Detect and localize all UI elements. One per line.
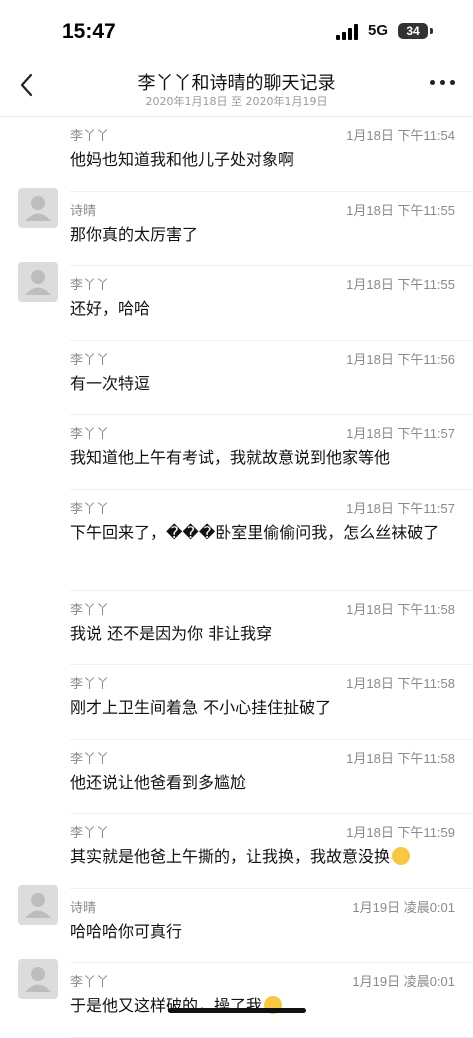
message-time: 1月18日 下午11:54: [346, 128, 455, 143]
signal-icon: [336, 24, 360, 40]
message-text: 那你真的太厉害了: [70, 223, 458, 247]
message-time: 1月18日 下午11:57: [346, 426, 455, 441]
date-range: 2020年1月18日 至 2020年1月19日: [145, 95, 328, 108]
message-text-content: 刚才上卫生间着急 不小心挂住扯破了: [70, 698, 332, 717]
battery-icon: 34: [398, 23, 428, 39]
message-item[interactable]: 李丫丫 1月19日 凌晨0:01 于是他又这样破的，操了我: [0, 959, 473, 1038]
message-sender: 李丫丫: [70, 352, 110, 368]
message-text-content: 下午回来了，���卧室里偷偷问我，怎么丝袜破了: [70, 522, 440, 542]
message-text-content: 他还说让他爸看到多尴尬: [70, 772, 247, 792]
message-time: 1月19日 凌晨0:01: [352, 899, 455, 915]
message-time: 1月18日 下午11:58: [346, 750, 455, 766]
message-list: 李丫丫 1月18日 下午11:54 他妈也知道我和他儿子处对象啊 诗晴 1月18日 下午…: [0, 117, 473, 1038]
avatar[interactable]: [18, 187, 58, 228]
network-type: 5G: [368, 22, 389, 39]
message-item[interactable]: 李丫丫 1月18日 下午11:57 我知道他上午有考试，我就故意说到他家等他: [0, 415, 473, 490]
message-text: 于是他又这样破的，操了我: [70, 994, 458, 1018]
message-text: 我知道他上午有考试，我就故意说到他家等他: [70, 446, 458, 470]
message-item[interactable]: 李丫丫 1月18日 下午11:58 他还说让他爸看到多尴尬: [0, 740, 473, 815]
message-text: 还好，哈哈: [70, 297, 458, 321]
message-sender: 李丫丫: [70, 278, 110, 293]
message-sender: 李丫丫: [70, 501, 110, 517]
status-bar: 15:47 5G 34: [0, 0, 473, 62]
avatar[interactable]: [18, 262, 58, 302]
message-sender: 李丫丫: [70, 129, 110, 144]
home-indicator: [168, 1008, 306, 1013]
message-text-content: 他妈也知道我和他儿子处对象啊: [70, 150, 295, 169]
message-text: 刚才上卫生间着急 不小心挂住扯破了: [70, 696, 458, 720]
nav-bar: 李丫丫和诗晴的聊天记录 2020年1月18日 至 2020年1月19日: [0, 62, 473, 117]
message-time: 1月18日 下午11:59: [346, 825, 455, 840]
message-item[interactable]: 李丫丫 1月18日 下午11:59 其实就是他爸上午撕的，让我换，我故意没换: [0, 814, 473, 889]
message-text: 其实就是他爸上午撕的，让我换，我故意没换: [70, 845, 458, 869]
message-text-content: 有一次特逗: [70, 373, 151, 393]
message-text: 他还说让他爸看到多尴尬: [70, 771, 458, 795]
message-text: 他妈也知道我和他儿子处对象啊: [70, 148, 458, 172]
message-item[interactable]: 诗晴 1月18日 下午11:55 那你真的太厉害了: [0, 187, 473, 267]
message-sender: 李丫丫: [70, 677, 110, 692]
battery-tip: [430, 28, 433, 34]
message-time: 1月18日 下午11:55: [346, 202, 455, 218]
message-sender: 李丫丫: [70, 826, 110, 841]
message-text-content: 还好，哈哈: [70, 299, 151, 318]
message-time: 1月18日 下午11:58: [346, 601, 455, 617]
message-text: 我说 还不是因为你 非让我穿: [70, 622, 458, 646]
message-text-content: 我知道他上午有考试，我就故意说到他家等他: [70, 448, 391, 467]
message-text-content: 那你真的太厉害了: [70, 224, 199, 244]
message-item[interactable]: 诗晴 1月19日 凌晨0:01 哈哈哈你可真行: [0, 884, 473, 964]
page-title: 李丫丫和诗晴的聊天记录: [137, 73, 336, 94]
message-sender: 李丫丫: [70, 975, 110, 990]
status-time: 15:47: [62, 20, 116, 43]
message-sender: 李丫丫: [70, 751, 110, 767]
message-text-content: 我说 还不是因为你 非让我穿: [70, 623, 273, 643]
thinking-face-icon: [392, 847, 411, 865]
message-item[interactable]: 李丫丫 1月18日 下午11:55 还好，哈哈: [0, 262, 473, 341]
message-time: 1月18日 下午11:58: [346, 676, 455, 691]
avatar[interactable]: [18, 884, 58, 925]
message-time: 1月18日 下午11:57: [346, 500, 455, 516]
message-item[interactable]: 李丫丫 1月18日 下午11:58 我说 还不是因为你 非让我穿: [0, 591, 473, 666]
message-text: 哈哈哈你可真行: [70, 920, 458, 944]
message-item[interactable]: 李丫丫 1月18日 下午11:58 刚才上卫生间着急 不小心挂住扯破了: [0, 665, 473, 740]
message-text-content: 其实就是他爸上午撕的，让我换，我故意没换: [70, 847, 391, 866]
message-time: 1月18日 下午11:55: [346, 277, 455, 292]
message-time: 1月19日 凌晨0:01: [352, 974, 455, 989]
message-time: 1月18日 下午11:56: [346, 351, 455, 367]
message-sender: 李丫丫: [70, 602, 110, 618]
message-text-content: 哈哈哈你可真行: [70, 921, 183, 941]
avatar[interactable]: [18, 959, 58, 999]
message-text: 下午回来了，���卧室里偷偷问我，怎么丝袜破了: [70, 521, 458, 545]
message-item[interactable]: 李丫丫 1月18日 下午11:57 下午回来了，���卧室里偷偷问我，怎么丝袜破了: [0, 490, 473, 591]
message-sender: 李丫丫: [70, 427, 110, 442]
more-dots-icon[interactable]: [428, 80, 458, 90]
message-sender: 诗晴: [70, 900, 97, 916]
message-sender: 诗晴: [70, 203, 97, 219]
message-text: 有一次特逗: [70, 372, 458, 396]
message-item[interactable]: 李丫丫 1月18日 下午11:56 有一次特逗: [0, 341, 473, 416]
message-item[interactable]: 李丫丫 1月18日 下午11:54 他妈也知道我和他儿子处对象啊: [0, 117, 473, 192]
